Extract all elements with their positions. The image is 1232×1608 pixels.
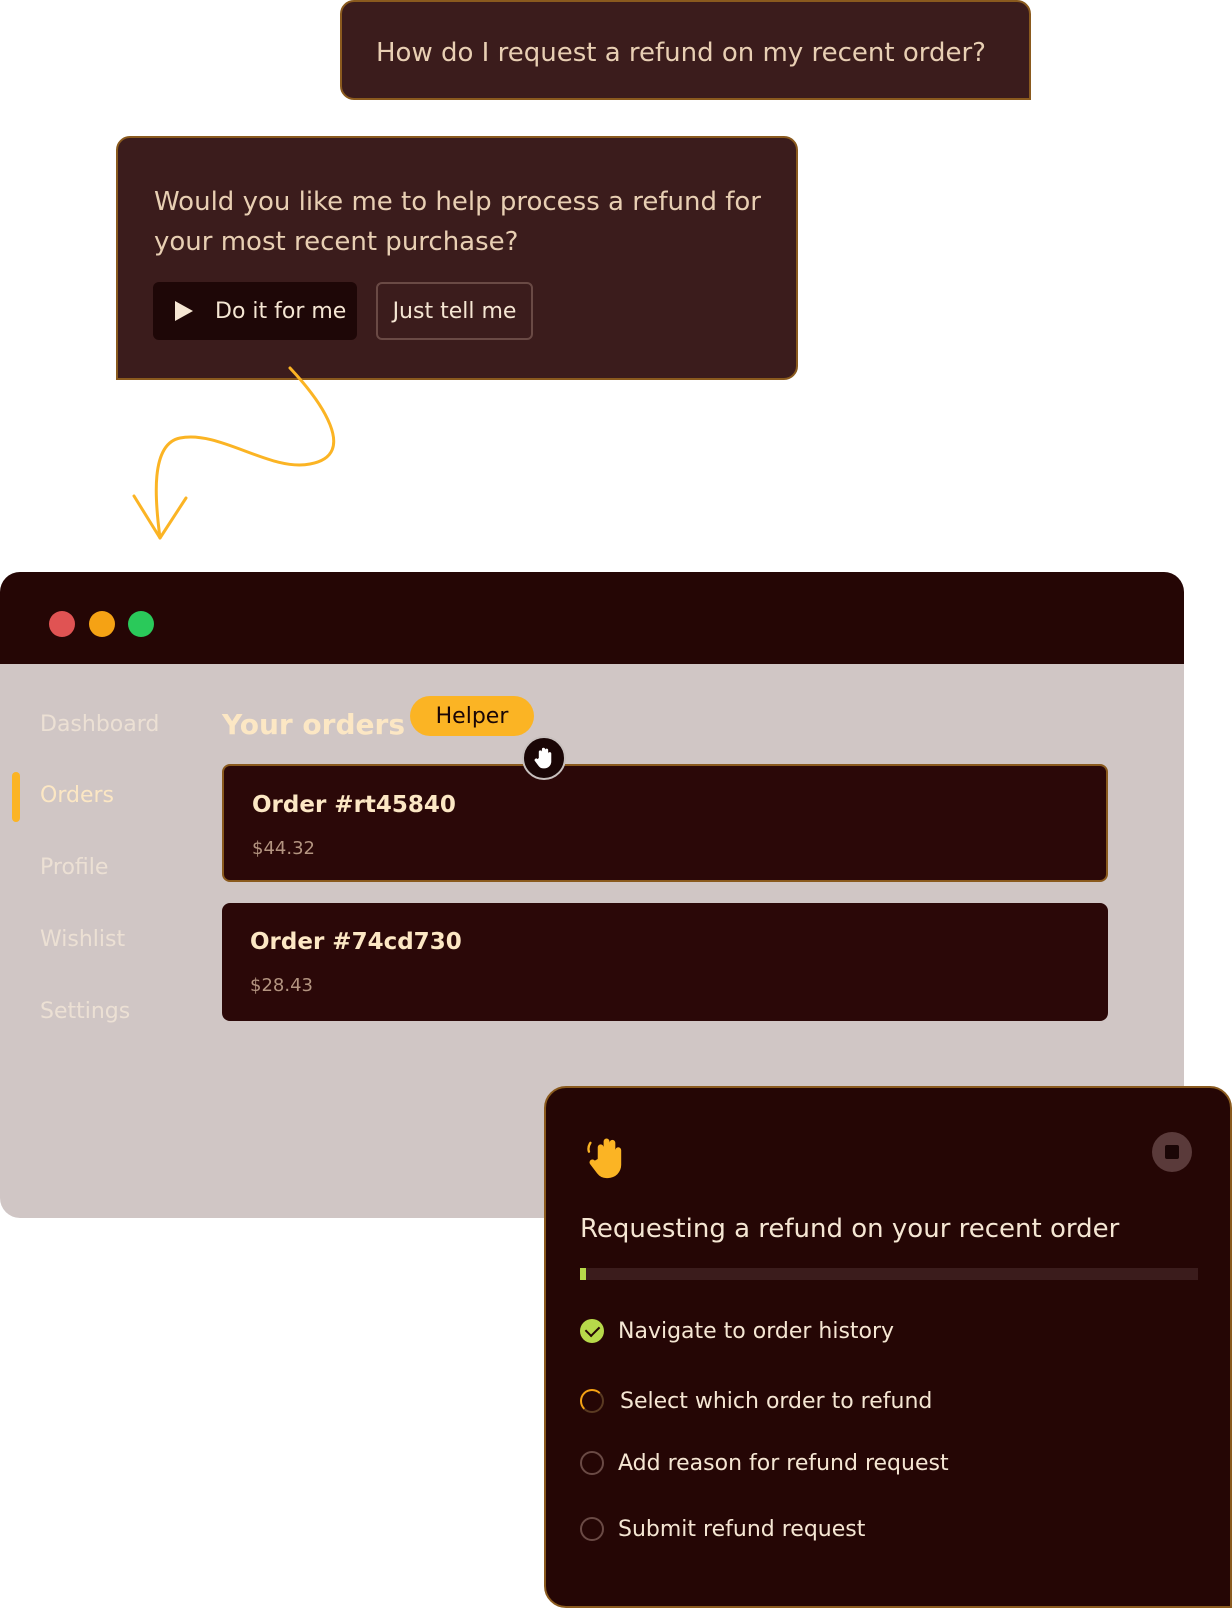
empty-circle-icon (580, 1517, 604, 1541)
task-step: Navigate to order history (580, 1316, 894, 1346)
window-titlebar (0, 572, 1184, 664)
task-progress-bar (580, 1268, 1198, 1280)
just-tell-me-label: Just tell me (392, 298, 517, 324)
page-title: Your orders (222, 708, 405, 741)
empty-circle-icon (580, 1451, 604, 1475)
minimize-window-button[interactable] (89, 611, 115, 637)
sidebar-item-dashboard[interactable]: Dashboard (40, 712, 159, 737)
order-card[interactable]: Order #rt45840 $44.32 (222, 764, 1108, 882)
waving-hand-icon (534, 747, 552, 769)
play-icon (175, 301, 193, 321)
task-title: Requesting a refund on your recent order (580, 1214, 1120, 1244)
user-message-text: How do I request a refund on my recent o… (376, 38, 986, 68)
sidebar-item-wishlist[interactable]: Wishlist (40, 927, 125, 952)
sidebar-item-settings[interactable]: Settings (40, 999, 130, 1024)
helper-badge: Helper (410, 696, 534, 736)
stop-icon (1165, 1145, 1179, 1159)
task-step: Add reason for refund request (580, 1448, 949, 1478)
sidebar-item-profile[interactable]: Profile (40, 855, 108, 880)
stop-button[interactable] (1152, 1132, 1192, 1172)
task-step-label: Add reason for refund request (618, 1450, 949, 1476)
order-name: Order #74cd730 (250, 929, 462, 955)
order-card[interactable]: Order #74cd730 $28.43 (222, 903, 1108, 1021)
zoom-window-button[interactable] (128, 611, 154, 637)
helper-task-panel: Requesting a refund on your recent order… (544, 1086, 1232, 1608)
order-price: $44.32 (252, 838, 315, 859)
spinner-icon (580, 1389, 604, 1413)
active-nav-indicator (12, 772, 20, 822)
task-progress-fill (580, 1268, 587, 1280)
helper-label: Helper (435, 703, 509, 729)
close-window-button[interactable] (49, 611, 75, 637)
curved-arrow-icon (132, 366, 336, 540)
task-step-label: Submit refund request (618, 1516, 866, 1542)
task-step: Select which order to refund (580, 1386, 932, 1416)
do-it-for-me-label: Do it for me (215, 298, 347, 324)
helper-cursor (522, 736, 566, 780)
just-tell-me-button[interactable]: Just tell me (376, 282, 533, 340)
user-message-bubble: How do I request a refund on my recent o… (340, 0, 1031, 100)
order-price: $28.43 (250, 975, 313, 996)
task-step-label: Select which order to refund (620, 1388, 933, 1414)
assistant-message-text: Would you like me to help process a refu… (154, 187, 761, 257)
task-step-label: Navigate to order history (618, 1318, 895, 1344)
task-step: Submit refund request (580, 1514, 865, 1544)
order-name: Order #rt45840 (252, 792, 456, 818)
do-it-for-me-button[interactable]: Do it for me (153, 282, 357, 340)
sidebar-item-orders[interactable]: Orders (40, 783, 114, 808)
check-circle-icon (580, 1319, 604, 1343)
assistant-message-bubble: Would you like me to help process a refu… (116, 136, 798, 380)
waving-hand-icon (587, 1138, 622, 1179)
